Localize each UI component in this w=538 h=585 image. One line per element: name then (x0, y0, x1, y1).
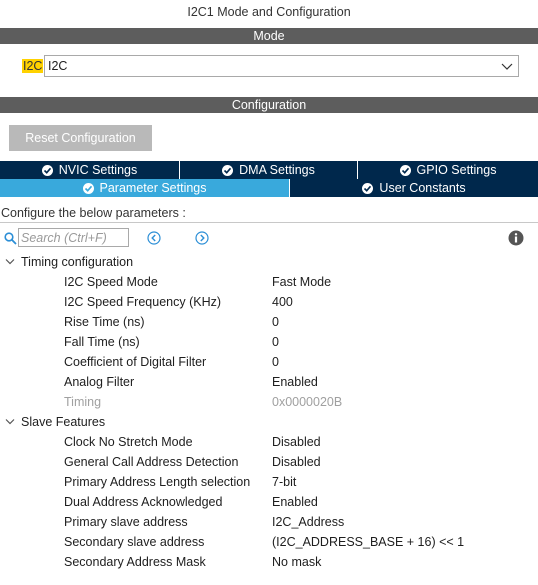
search-input[interactable] (18, 228, 129, 247)
parameter-tabs-row: Parameter Settings User Constants (0, 179, 538, 197)
check-circle-icon (41, 164, 53, 176)
param-row[interactable]: Secondary slave address (I2C_ADDRESS_BAS… (0, 532, 538, 552)
mode-header: Mode (0, 28, 538, 44)
group-label: Timing configuration (21, 255, 134, 269)
param-row[interactable]: Analog Filter Enabled (0, 372, 538, 392)
param-value: Fast Mode (272, 275, 332, 289)
param-name: Dual Address Acknowledged (64, 495, 223, 509)
param-value: Enabled (272, 495, 318, 509)
param-name: I2C Speed Frequency (KHz) (64, 295, 222, 309)
check-circle-icon (82, 182, 94, 194)
chevron-down-icon (5, 419, 15, 425)
tab-label: DMA Settings (239, 163, 315, 177)
configure-instructions: Configure the below parameters : (1, 206, 186, 220)
param-name: Primary slave address (64, 515, 188, 529)
param-name: Clock No Stretch Mode (64, 435, 193, 449)
param-name: Secondary slave address (64, 535, 205, 549)
param-value: 0 (272, 335, 279, 349)
param-row[interactable]: Primary Address Length selection 7-bit (0, 472, 538, 492)
param-row[interactable]: I2C Speed Frequency (KHz) 400 (0, 292, 538, 312)
tab-user-constants[interactable]: User Constants (290, 179, 538, 197)
param-name: Fall Time (ns) (64, 335, 140, 349)
param-value: Disabled (272, 435, 321, 449)
search-next-icon[interactable] (195, 231, 209, 245)
param-value: 0x0000020B (272, 395, 343, 409)
param-value: Enabled (272, 375, 318, 389)
tab-dma-settings[interactable]: DMA Settings (180, 161, 358, 179)
configuration-header: Configuration (0, 97, 538, 113)
param-row[interactable]: Rise Time (ns) 0 (0, 312, 538, 332)
param-value: 7-bit (272, 475, 297, 489)
param-name: Secondary Address Mask (64, 555, 206, 569)
tab-nvic-settings[interactable]: NVIC Settings (0, 161, 180, 179)
param-name: Coefficient of Digital Filter (64, 355, 207, 369)
mode-select-value: I2C (48, 59, 68, 73)
divider (0, 222, 538, 223)
param-value: 0 (272, 315, 279, 329)
param-row[interactable]: Clock No Stretch Mode Disabled (0, 432, 538, 452)
param-name: General Call Address Detection (64, 455, 239, 469)
mode-label: I2C (22, 59, 44, 73)
window-title: I2C1 Mode and Configuration (187, 5, 351, 19)
param-name: Analog Filter (64, 375, 135, 389)
check-circle-icon (362, 182, 374, 194)
mode-row: I2C I2C (0, 54, 538, 78)
tab-label: Parameter Settings (99, 181, 207, 195)
param-row[interactable]: Fall Time (ns) 0 (0, 332, 538, 352)
chevron-down-icon (5, 259, 15, 265)
param-row[interactable]: Secondary Address Mask No mask (0, 552, 538, 572)
param-row[interactable]: General Call Address Detection Disabled (0, 452, 538, 472)
param-name: I2C Speed Mode (64, 275, 158, 289)
param-name: Timing (64, 395, 102, 409)
reset-configuration-button[interactable]: Reset Configuration (9, 125, 152, 151)
param-value: 0 (272, 355, 279, 369)
param-value: (I2C_ADDRESS_BASE + 16) << 1 (272, 535, 465, 549)
tab-label: User Constants (379, 181, 466, 195)
search-previous-icon[interactable] (147, 231, 161, 245)
param-value: No mask (272, 555, 322, 569)
search-icon (4, 232, 17, 245)
check-circle-icon (399, 164, 411, 176)
param-row[interactable]: Dual Address Acknowledged Enabled (0, 492, 538, 512)
param-value: 400 (272, 295, 293, 309)
tab-parameter-settings[interactable]: Parameter Settings (0, 179, 290, 197)
mode-select[interactable]: I2C (44, 55, 519, 77)
check-circle-icon (222, 164, 234, 176)
param-name: Rise Time (ns) (64, 315, 145, 329)
param-name: Primary Address Length selection (64, 475, 251, 489)
param-row[interactable]: Primary slave address I2C_Address (0, 512, 538, 532)
tab-label: GPIO Settings (416, 163, 497, 177)
chevron-down-icon (501, 63, 513, 70)
tab-gpio-settings[interactable]: GPIO Settings (358, 161, 538, 179)
param-row-readonly: Timing 0x0000020B (0, 392, 538, 412)
param-value: Disabled (272, 455, 321, 469)
param-row[interactable]: Coefficient of Digital Filter 0 (0, 352, 538, 372)
param-row[interactable]: I2C Speed Mode Fast Mode (0, 272, 538, 292)
info-icon[interactable] (508, 230, 524, 246)
settings-tabs-row: NVIC Settings DMA Settings GPIO Settings (0, 161, 538, 179)
group-label: Slave Features (21, 415, 106, 429)
tab-label: NVIC Settings (58, 163, 138, 177)
param-value: I2C_Address (272, 515, 345, 529)
